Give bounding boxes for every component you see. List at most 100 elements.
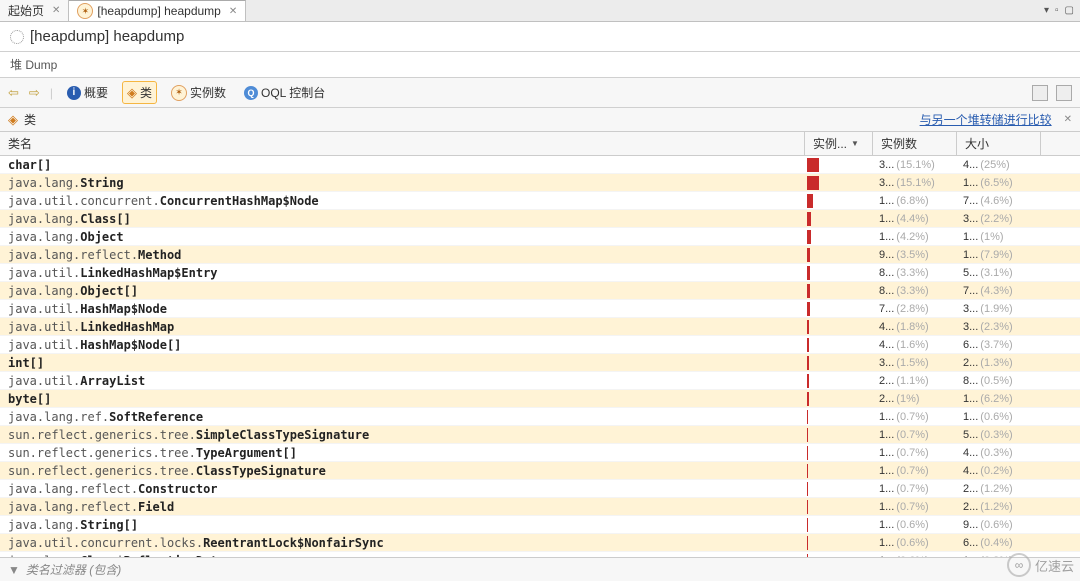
size-cell: 1...(0.6%)	[957, 411, 1041, 423]
table-row[interactable]: char[]3...(15.1%)4...(25%)	[0, 156, 1080, 174]
bar-cell	[805, 158, 873, 172]
instances-cell: 1...(0.7%)	[873, 483, 957, 495]
size-cell: 5...(3.1%)	[957, 267, 1041, 279]
bar-cell	[805, 230, 873, 244]
class-name-cell: java.util.LinkedHashMap	[0, 320, 805, 334]
filter-input[interactable]: 类名过滤器 (包含)	[26, 561, 121, 578]
instances-cell: 4...(1.8%)	[873, 321, 957, 333]
class-name-cell: java.util.ArrayList	[0, 374, 805, 388]
table-row[interactable]: java.lang.ref.SoftReference1...(0.7%)1..…	[0, 408, 1080, 426]
overview-button[interactable]: i 概要	[63, 82, 112, 103]
bar-cell	[805, 176, 873, 190]
tab-heapdump[interactable]: ✶ [heapdump] heapdump ✕	[69, 0, 246, 21]
col-instances-bar[interactable]: 实例...▼	[805, 132, 873, 155]
bar-cell	[805, 284, 873, 298]
table-row[interactable]: sun.reflect.generics.tree.SimpleClassTyp…	[0, 426, 1080, 444]
usage-bar	[807, 536, 808, 550]
usage-bar	[807, 320, 809, 334]
table-row[interactable]: int[]3...(1.5%)2...(1.3%)	[0, 354, 1080, 372]
filter-bar: ▼ 类名过滤器 (包含)	[0, 557, 1080, 581]
subheader-text: 堆 Dump	[10, 58, 57, 72]
class-name-cell: java.lang.reflect.Field	[0, 500, 805, 514]
bar-cell	[805, 500, 873, 514]
reload-icon[interactable]	[10, 30, 24, 44]
view-option-icon[interactable]	[1056, 85, 1072, 101]
col-size[interactable]: 大小	[957, 132, 1041, 155]
oql-icon: Q	[244, 86, 258, 100]
instances-cell: 3...(1.5%)	[873, 357, 957, 369]
classes-button[interactable]: ◈ 类	[122, 81, 157, 104]
filter-icon: ▼	[8, 563, 20, 577]
table-row[interactable]: java.lang.reflect.Method9...(3.5%)1...(7…	[0, 246, 1080, 264]
instances-cell: 1...(0.7%)	[873, 465, 957, 477]
table-row[interactable]: java.util.ArrayList2...(1.1%)8...(0.5%)	[0, 372, 1080, 390]
table-row[interactable]: java.lang.String[]1...(0.6%)9...(0.6%)	[0, 516, 1080, 534]
instances-cell: 1...(4.2%)	[873, 231, 957, 243]
bar-cell	[805, 374, 873, 388]
size-cell: 2...(1.2%)	[957, 483, 1041, 495]
table-row[interactable]: java.lang.reflect.Constructor1...(0.7%)2…	[0, 480, 1080, 498]
maximize-icon[interactable]: ▢	[1065, 5, 1074, 16]
tab-start[interactable]: 起始页 ✕	[0, 0, 69, 21]
usage-bar	[807, 248, 810, 262]
usage-bar	[807, 194, 813, 208]
instances-cell: 1...(4.4%)	[873, 213, 957, 225]
class-name-cell: java.util.HashMap$Node	[0, 302, 805, 316]
usage-bar	[807, 356, 809, 370]
usage-bar	[807, 392, 809, 406]
instances-cell: 2...(1%)	[873, 393, 957, 405]
close-icon[interactable]: ✕	[229, 6, 237, 17]
usage-bar	[807, 158, 819, 172]
table-row[interactable]: java.util.concurrent.locks.ReentrantLock…	[0, 534, 1080, 552]
table-row[interactable]: sun.reflect.generics.tree.TypeArgument[]…	[0, 444, 1080, 462]
restore-icon[interactable]: ▫	[1055, 5, 1059, 16]
class-name-cell: int[]	[0, 356, 805, 370]
close-icon[interactable]: ✕	[52, 5, 60, 16]
table-row[interactable]: java.util.HashMap$Node[]4...(1.6%)6...(3…	[0, 336, 1080, 354]
class-name-cell: byte[]	[0, 392, 805, 406]
size-cell: 8...(0.5%)	[957, 375, 1041, 387]
tab-label: [heapdump] heapdump	[97, 4, 220, 18]
col-instances[interactable]: 实例数	[873, 132, 957, 155]
close-icon[interactable]: ✕	[1064, 114, 1072, 125]
table-row[interactable]: java.lang.reflect.Field1...(0.7%)2...(1.…	[0, 498, 1080, 516]
table-row[interactable]: java.util.concurrent.ConcurrentHashMap$N…	[0, 192, 1080, 210]
class-name-cell: java.util.concurrent.ConcurrentHashMap$N…	[0, 194, 805, 208]
subheader: 堆 Dump	[0, 52, 1080, 78]
col-classname[interactable]: 类名	[0, 132, 805, 155]
table-row[interactable]: java.util.LinkedHashMap4...(1.8%)3...(2.…	[0, 318, 1080, 336]
class-name-cell: java.util.HashMap$Node[]	[0, 338, 805, 352]
table-row[interactable]: sun.reflect.generics.tree.ClassTypeSigna…	[0, 462, 1080, 480]
view-option-icon[interactable]	[1032, 85, 1048, 101]
table-header: 类名 实例...▼ 实例数 大小	[0, 132, 1080, 156]
table-row[interactable]: java.util.LinkedHashMap$Entry8...(3.3%)5…	[0, 264, 1080, 282]
bar-cell	[805, 536, 873, 550]
bar-cell	[805, 266, 873, 280]
usage-bar	[807, 374, 809, 388]
back-icon[interactable]: ⇦	[8, 85, 19, 101]
instances-cell: 9...(3.5%)	[873, 249, 957, 261]
window-controls: ▾ ▫ ▢	[1044, 0, 1080, 21]
instances-cell: 1...(6.8%)	[873, 195, 957, 207]
instances-button[interactable]: ✶ 实例数	[167, 82, 230, 103]
instances-cell: 8...(3.3%)	[873, 267, 957, 279]
compare-link[interactable]: 与另一个堆转储进行比较	[920, 111, 1052, 128]
table-row[interactable]: java.util.HashMap$Node7...(2.8%)3...(1.9…	[0, 300, 1080, 318]
class-name-cell: java.lang.ref.SoftReference	[0, 410, 805, 424]
usage-bar	[807, 446, 808, 460]
minimize-icon[interactable]: ▾	[1044, 5, 1049, 16]
table-row[interactable]: java.lang.Object[]8...(3.3%)7...(4.3%)	[0, 282, 1080, 300]
page-header: [heapdump] heapdump	[0, 22, 1080, 52]
instances-cell: 4...(1.6%)	[873, 339, 957, 351]
size-cell: 2...(1.2%)	[957, 501, 1041, 513]
table-row[interactable]: java.lang.String3...(15.1%)1...(6.5%)	[0, 174, 1080, 192]
forward-icon[interactable]: ⇨	[29, 85, 40, 101]
oql-button[interactable]: Q OQL 控制台	[240, 82, 329, 103]
class-name-cell: java.util.concurrent.locks.ReentrantLock…	[0, 536, 805, 550]
table-row[interactable]: java.lang.Class[]1...(4.4%)3...(2.2%)	[0, 210, 1080, 228]
bar-cell	[805, 320, 873, 334]
class-name-cell: java.lang.Class[]	[0, 212, 805, 226]
table-row[interactable]: byte[]2...(1%)1...(6.2%)	[0, 390, 1080, 408]
table-body: char[]3...(15.1%)4...(25%)java.lang.Stri…	[0, 156, 1080, 564]
table-row[interactable]: java.lang.Object1...(4.2%)1...(1%)	[0, 228, 1080, 246]
